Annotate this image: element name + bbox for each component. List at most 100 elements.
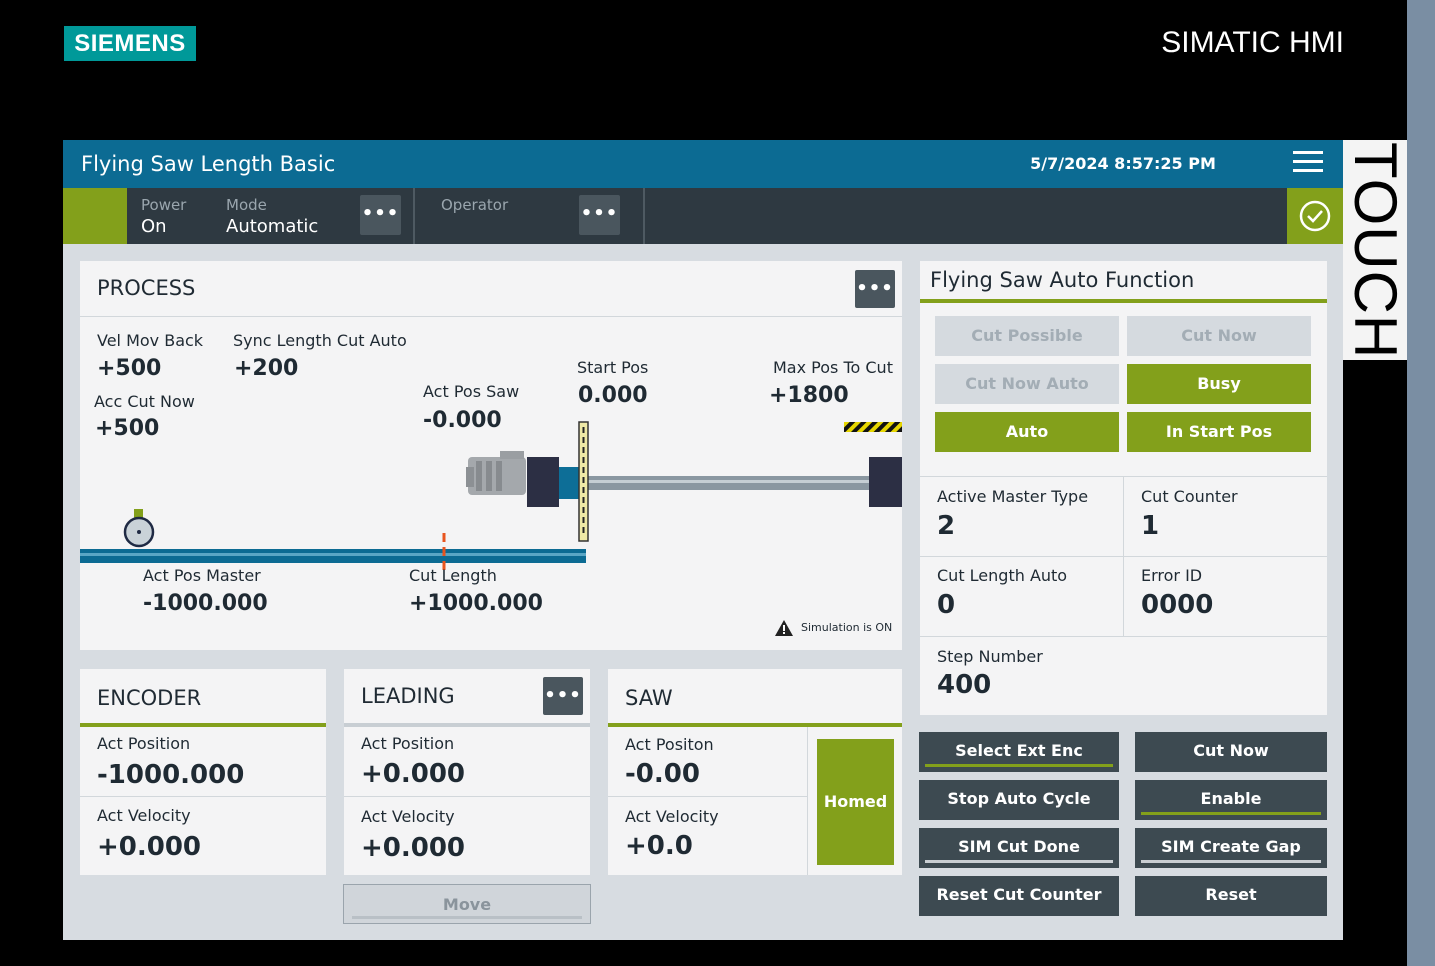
limit-hatch [844,422,902,432]
bezel-side-strip [1407,0,1435,966]
saw-panel: SAW Act Positon -0.00 Act Velocity +0.0 … [608,669,902,875]
encoder-position-label: Act Position [97,734,191,753]
hamburger-menu-icon[interactable] [1293,151,1323,177]
sim-cut-done-button[interactable]: SIM Cut Done [919,828,1119,868]
sim-create-gap-button[interactable]: SIM Create Gap [1135,828,1327,868]
vel-mov-back-label: Vel Mov Back [97,331,204,350]
error-id-label: Error ID [1141,566,1203,585]
sim-create-gap-state-bar [1141,860,1321,863]
saw-carriage [527,457,559,507]
reset-cut-counter-button[interactable]: Reset Cut Counter [919,876,1119,916]
stop-auto-cycle-label: Stop Auto Cycle [947,789,1091,808]
enable-button[interactable]: Enable [1135,780,1327,820]
saw-velocity-value: +0.0 [625,831,693,861]
status-indicator [63,188,127,244]
stop-auto-cycle-button[interactable]: Stop Auto Cycle [919,780,1119,820]
encoder-velocity-label: Act Velocity [97,806,191,825]
leading-title: LEADING [361,684,455,708]
active-master-type-value: 2 [937,511,956,541]
busy-indicator: Busy [1127,364,1311,404]
cut-length-auto-label: Cut Length Auto [937,566,1068,585]
in-start-pos-indicator: In Start Pos [1127,412,1311,452]
process-title: PROCESS [97,276,196,300]
status-bar: Power On Mode Automatic ••• Operator ••• [63,188,1343,244]
process-divider [80,316,902,317]
date-time: 5/7/2024 8:57:25 PM [1030,154,1216,173]
status-ok[interactable] [1287,188,1343,244]
active-master-type-label: Active Master Type [937,487,1089,506]
leading-velocity-value: +0.000 [361,833,466,863]
cut-length-value: +1000.000 [409,591,543,616]
leading-position-label: Act Position [361,734,455,753]
auto-indicator: Auto [935,412,1119,452]
select-ext-enc-button[interactable]: Select Ext Enc [919,732,1119,772]
reset-cut-counter-label: Reset Cut Counter [936,885,1102,904]
title-bar: Flying Saw Length Basic 5/7/2024 8:57:25… [63,140,1343,188]
encoder-panel: ENCODER Act Position -1000.000 Act Veloc… [80,669,326,875]
auto-function-title: Flying Saw Auto Function [930,268,1195,292]
error-id-value: 0000 [1141,590,1214,620]
simatic-hmi-label: SIMATIC HMI [1161,26,1344,59]
operator-more-button[interactable]: ••• [579,195,620,235]
move-button-label: Move [442,895,492,914]
cut-length-label: Cut Length [409,566,497,585]
auto-function-panel: Flying Saw Auto Function Cut Possible Cu… [920,261,1327,715]
max-pos-value: +1800 [769,383,849,408]
acc-cut-now-label: Acc Cut Now [94,392,195,411]
sync-length-value: +200 [234,356,299,381]
saw-coupling [559,467,579,499]
cut-now-label: Cut Now [1193,741,1269,760]
leading-velocity-label: Act Velocity [361,807,455,826]
process-graphic [80,421,902,571]
encoder-marker [134,509,143,518]
screen-title: Flying Saw Length Basic [81,152,336,176]
move-button[interactable]: Move [343,884,591,924]
process-more-button[interactable]: ••• [855,270,895,308]
step-number-label: Step Number [937,647,1043,666]
homed-indicator: Homed [817,739,894,865]
start-pos-label: Start Pos [577,358,649,377]
power-value: On [141,216,167,237]
reset-button[interactable]: Reset [1135,876,1327,916]
sync-length-label: Sync Length Cut Auto [233,331,407,350]
max-pos-label: Max Pos To Cut [773,358,893,377]
simulation-note: Simulation is ON [801,621,893,634]
cut-possible-indicator: Cut Possible [935,316,1119,356]
vel-mov-back-value: +500 [97,356,162,381]
cut-counter-value: 1 [1141,511,1160,541]
leading-more-button[interactable]: ••• [543,677,583,715]
enable-state-bar [1141,812,1321,815]
mode-value: Automatic [226,216,319,237]
saw-position-label: Act Positon [625,735,714,754]
encoder-velocity-value: +0.000 [97,832,202,862]
saw-velocity-label: Act Velocity [625,807,719,826]
power-label: Power [141,196,187,214]
warning-icon [775,620,793,636]
operator-label: Operator [441,196,509,214]
act-pos-master-value: -1000.000 [143,591,268,616]
leading-panel: LEADING ••• Act Position +0.000 Act Velo… [344,669,590,875]
saw-motor-icon [466,451,526,495]
leading-position-value: +0.000 [361,759,466,789]
hmi-screen: Flying Saw Length Basic 5/7/2024 8:57:25… [63,140,1343,940]
act-pos-master-label: Act Pos Master [143,566,261,585]
start-pos-value: 0.000 [578,383,648,408]
check-circle-icon [1299,200,1331,232]
status-divider [413,188,415,244]
process-panel: PROCESS ••• Vel Mov Back +500 Sync Lengt… [80,261,902,650]
touch-label: TOUCH [1342,142,1409,360]
cut-now-indicator: Cut Now [1127,316,1311,356]
cut-counter-label: Cut Counter [1141,487,1238,506]
reset-label: Reset [1205,885,1257,904]
cut-now-auto-indicator: Cut Now Auto [935,364,1119,404]
cut-now-button[interactable]: Cut Now [1135,732,1327,772]
encoder-title: ENCODER [97,686,202,710]
encoder-position-value: -1000.000 [97,760,245,790]
sim-cut-done-state-bar [925,860,1113,863]
act-pos-saw-label: Act Pos Saw [423,382,520,401]
status-divider [643,188,645,244]
mode-more-button[interactable]: ••• [360,195,401,235]
step-number-value: 400 [937,670,992,700]
saw-position-value: -0.00 [625,759,700,789]
siemens-logo: SIEMENS [64,26,196,61]
